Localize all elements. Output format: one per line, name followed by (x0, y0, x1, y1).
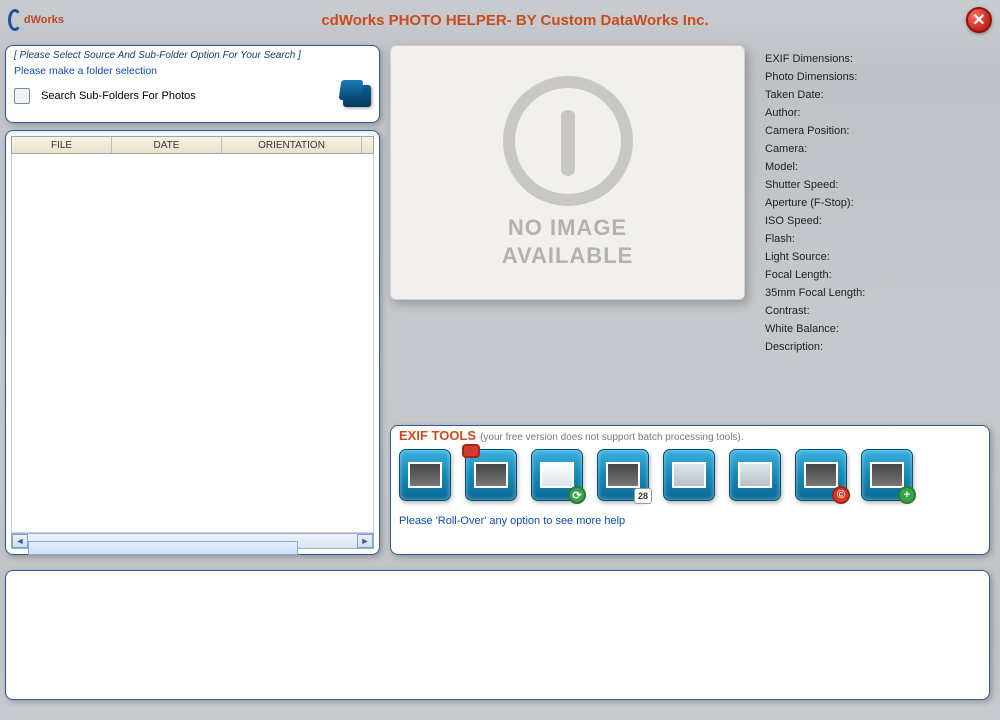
add-photo-icon (870, 462, 904, 488)
scroll-right-button[interactable]: ► (357, 534, 373, 548)
bottom-panel (5, 570, 990, 700)
file-list-header: FILE DATE ORIENTATION (11, 136, 374, 154)
file-list-panel: FILE DATE ORIENTATION ◄ ► (5, 130, 380, 555)
exif-label: Photo Dimensions: (765, 68, 985, 86)
exif-label: Camera: (765, 140, 985, 158)
date-photo-icon (606, 462, 640, 488)
search-hint-bracket: [ Please Select Source And Sub-Folder Op… (14, 50, 371, 61)
exif-refresh-tool-button[interactable]: ⟳ (531, 449, 583, 501)
no-image-text: NO IMAGE AVAILABLE (502, 214, 634, 269)
bw-photo-icon (804, 462, 838, 488)
exif-label: ISO Speed: (765, 212, 985, 230)
exif-label: Taken Date: (765, 86, 985, 104)
search-hint-select: Please make a folder selection (14, 65, 371, 77)
no-image-line2: AVAILABLE (502, 242, 634, 270)
exif-tools-panel: EXIF TOOLS (your free version does not s… (390, 425, 990, 555)
export-icon (474, 462, 508, 488)
add-tool-button[interactable]: + (861, 449, 913, 501)
exif-label: Flash: (765, 230, 985, 248)
copyright-tool-button[interactable]: © (795, 449, 847, 501)
copyright-icon: © (832, 486, 850, 504)
logo-text: dWorks (24, 14, 64, 26)
title-bar: dWorks cdWorks PHOTO HELPER- BY Custom D… (0, 0, 1000, 40)
exif-label: Contrast: (765, 302, 985, 320)
no-image-line1: NO IMAGE (502, 214, 634, 242)
browse-folder-button[interactable] (343, 85, 371, 107)
exif-label: Camera Position: (765, 122, 985, 140)
tools-header: EXIF TOOLS (your free version does not s… (399, 428, 981, 443)
exif-label: Light Source: (765, 248, 985, 266)
file-list-body (11, 154, 374, 533)
logo-c-icon (8, 9, 22, 31)
close-icon: ✕ (972, 10, 985, 30)
app-logo: dWorks (8, 5, 64, 35)
caption-icon (672, 462, 706, 488)
tools-help-text: Please 'Roll-Over' any option to see mor… (399, 515, 981, 527)
scroll-thumb[interactable] (28, 541, 298, 555)
horizontal-scrollbar[interactable]: ◄ ► (11, 533, 374, 549)
date-tool-button[interactable]: 28 (597, 449, 649, 501)
subfolder-checkbox-row: Search Sub-Folders For Photos (14, 88, 196, 104)
tools-row: ⟳ 28 © + (399, 449, 981, 501)
exif-info-list: EXIF Dimensions: Photo Dimensions: Taken… (765, 50, 985, 356)
calendar-icon: 28 (634, 488, 652, 504)
export-tool-button[interactable] (465, 449, 517, 501)
refresh-icon: ⟳ (568, 486, 586, 504)
rotate-tool-button[interactable] (399, 449, 451, 501)
scroll-left-button[interactable]: ◄ (12, 534, 28, 548)
image-preview-panel: NO IMAGE AVAILABLE (390, 45, 745, 300)
exif-label: Focal Length: (765, 266, 985, 284)
column-date[interactable]: DATE (112, 137, 222, 153)
arrow-icon (462, 444, 480, 458)
caption-tool-button[interactable] (663, 449, 715, 501)
exif-label: Description: (765, 338, 985, 356)
search-panel: [ Please Select Source And Sub-Folder Op… (5, 45, 380, 123)
subfolder-checkbox-label: Search Sub-Folders For Photos (41, 90, 196, 102)
tools-title: EXIF TOOLS (399, 428, 476, 443)
exif-label: EXIF Dimensions: (765, 50, 985, 68)
exclamation-dot-icon (561, 162, 575, 176)
plus-icon: + (898, 486, 916, 504)
column-file[interactable]: FILE (12, 137, 112, 153)
exif-label: 35mm Focal Length: (765, 284, 985, 302)
exif-label: Model: (765, 158, 985, 176)
tools-note: (your free version does not support batc… (480, 432, 743, 443)
no-image-icon (503, 76, 633, 206)
edit-photo-icon (738, 462, 772, 488)
exif-doc-icon (540, 462, 574, 488)
edit-tool-button[interactable] (729, 449, 781, 501)
exif-label: White Balance: (765, 320, 985, 338)
exif-label: Author: (765, 104, 985, 122)
close-button[interactable]: ✕ (966, 7, 992, 33)
subfolder-checkbox[interactable] (14, 88, 30, 104)
column-orientation[interactable]: ORIENTATION (222, 137, 362, 153)
app-title: cdWorks PHOTO HELPER- BY Custom DataWork… (64, 12, 966, 29)
exif-label: Aperture (F-Stop): (765, 194, 985, 212)
rotate-icon (408, 462, 442, 488)
exif-label: Shutter Speed: (765, 176, 985, 194)
